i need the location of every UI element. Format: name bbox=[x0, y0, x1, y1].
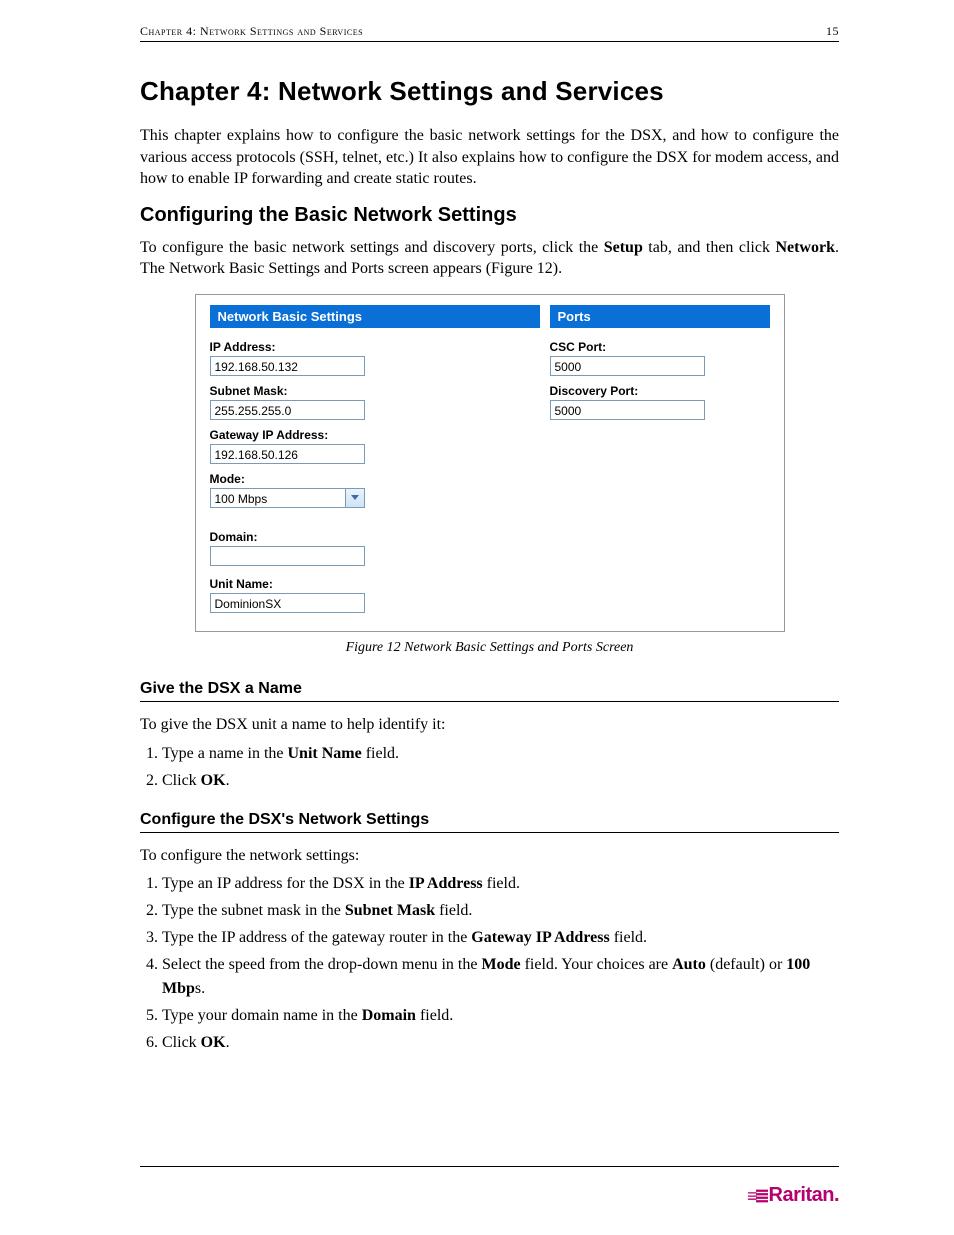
gateway-input[interactable]: 192.168.50.126 bbox=[210, 444, 365, 464]
panel-header-right: Ports bbox=[550, 305, 770, 328]
step: Type a name in the Unit Name field. bbox=[162, 742, 839, 766]
subnet-mask-label: Subnet Mask: bbox=[210, 384, 540, 398]
step: Click OK. bbox=[162, 1031, 839, 1055]
running-header: Chapter 4: Network Settings and Services… bbox=[140, 24, 839, 42]
discovery-port-label: Discovery Port: bbox=[550, 384, 770, 398]
csc-port-label: CSC Port: bbox=[550, 340, 770, 354]
unit-name-label: Unit Name: bbox=[210, 577, 540, 591]
panel-header-left: Network Basic Settings bbox=[210, 305, 540, 328]
step: Click OK. bbox=[162, 769, 839, 793]
ports-panel: Ports CSC Port: 5000 Discovery Port: 500… bbox=[550, 305, 770, 613]
mode-value: 100 Mbps bbox=[215, 492, 268, 506]
discovery-port-input[interactable]: 5000 bbox=[550, 400, 705, 420]
section-heading: Configuring the Basic Network Settings bbox=[140, 204, 839, 227]
domain-label: Domain: bbox=[210, 530, 540, 544]
header-chapter: Chapter 4: Network Settings and Services bbox=[140, 24, 363, 39]
configure-net-intro: To configure the network settings: bbox=[140, 845, 839, 867]
page: Chapter 4: Network Settings and Services… bbox=[0, 0, 954, 1235]
subsection-heading-name: Give the DSX a Name bbox=[140, 680, 839, 702]
chevron-down-icon bbox=[345, 489, 364, 507]
network-basic-settings-panel: Network Basic Settings IP Address: 192.1… bbox=[210, 305, 540, 613]
unit-name-input[interactable]: DominionSX bbox=[210, 593, 365, 613]
footer-rule bbox=[140, 1166, 839, 1167]
gateway-label: Gateway IP Address: bbox=[210, 428, 540, 442]
step: Type an IP address for the DSX in the IP… bbox=[162, 872, 839, 896]
figure-caption: Figure 12 Network Basic Settings and Por… bbox=[140, 640, 839, 656]
network-settings-figure: Network Basic Settings IP Address: 192.1… bbox=[195, 294, 785, 632]
step: Type the subnet mask in the Subnet Mask … bbox=[162, 899, 839, 923]
raritan-logo: ≡≣Raritan. bbox=[747, 1184, 839, 1207]
ip-address-input[interactable]: 192.168.50.132 bbox=[210, 356, 365, 376]
header-page-number: 15 bbox=[826, 24, 839, 39]
domain-input[interactable] bbox=[210, 546, 365, 566]
ip-address-label: IP Address: bbox=[210, 340, 540, 354]
logo-icon: ≡≣ bbox=[747, 1186, 767, 1206]
step: Type the IP address of the gateway route… bbox=[162, 926, 839, 950]
intro-paragraph: This chapter explains how to configure t… bbox=[140, 125, 839, 190]
subsection-heading-network: Configure the DSX's Network Settings bbox=[140, 811, 839, 833]
section-paragraph: To configure the basic network settings … bbox=[140, 237, 839, 280]
chapter-title: Chapter 4: Network Settings and Services bbox=[140, 76, 839, 107]
setup-tab-ref: Setup bbox=[604, 239, 643, 256]
give-name-intro: To give the DSX unit a name to help iden… bbox=[140, 714, 839, 736]
give-name-steps: Type a name in the Unit Name field. Clic… bbox=[140, 742, 839, 793]
configure-net-steps: Type an IP address for the DSX in the IP… bbox=[140, 872, 839, 1055]
csc-port-input[interactable]: 5000 bbox=[550, 356, 705, 376]
subnet-mask-input[interactable]: 255.255.255.0 bbox=[210, 400, 365, 420]
step: Select the speed from the drop-down menu… bbox=[162, 953, 839, 1001]
mode-select[interactable]: 100 Mbps bbox=[210, 488, 365, 508]
mode-label: Mode: bbox=[210, 472, 540, 486]
network-link-ref: Network bbox=[775, 239, 835, 256]
step: Type your domain name in the Domain fiel… bbox=[162, 1004, 839, 1028]
